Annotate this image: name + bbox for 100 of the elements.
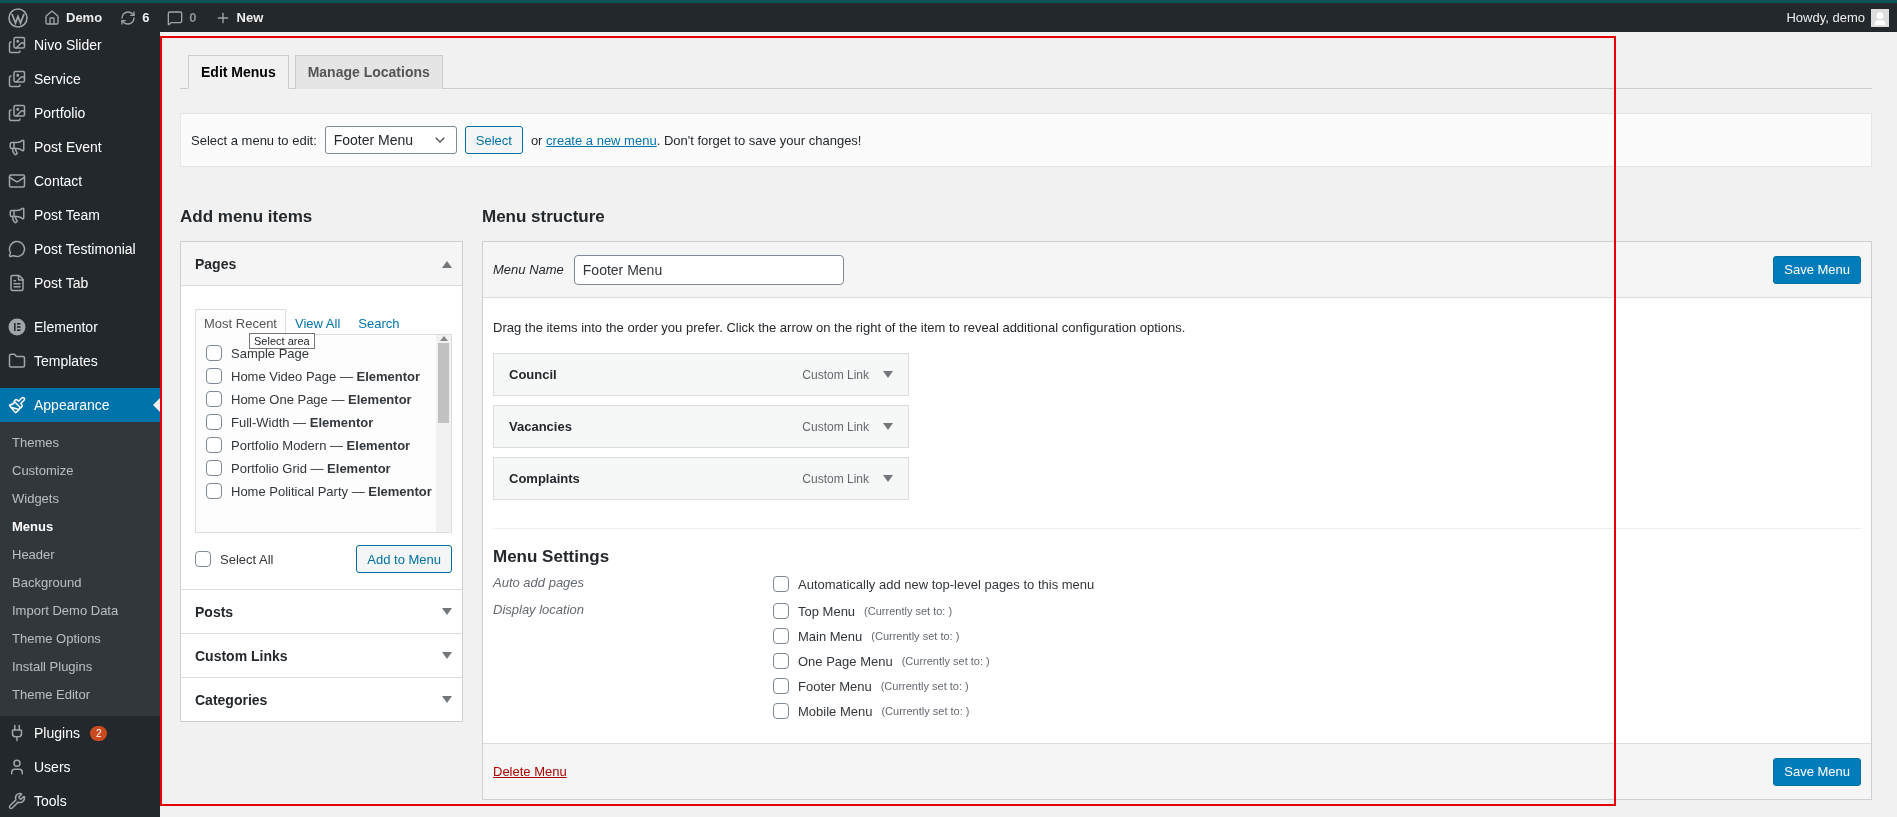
submenu-item[interactable]: Background — [0, 568, 160, 596]
caret-icon[interactable] — [883, 422, 893, 431]
select-all-label: Select All — [220, 550, 274, 569]
sidebar-item[interactable]: Portfolio — [0, 96, 160, 130]
sidebar-item[interactable]: Post Event — [0, 130, 160, 164]
sidebar-item[interactable]: Nivo Slider — [0, 28, 160, 62]
tab[interactable]: Manage Locations — [294, 55, 443, 89]
add-to-menu-button[interactable]: Add to Menu — [356, 545, 452, 573]
page-label: Home Political Party — Elementor — [231, 483, 432, 501]
folder-icon — [8, 352, 26, 370]
scroll-up-icon[interactable] — [439, 335, 448, 341]
user-icon — [8, 758, 26, 776]
menu-dropdown[interactable]: Footer Menu — [324, 126, 457, 154]
option-note: (Currently set to: ) — [881, 704, 970, 719]
submenu-item[interactable]: Import Demo Data — [0, 596, 160, 624]
comment-icon[interactable] — [167, 9, 184, 26]
submenu-item[interactable]: Menus — [0, 512, 160, 540]
speech-bubble-icon — [8, 240, 26, 258]
option-label: Top Menu — [798, 603, 856, 621]
option-label: Mobile Menu — [798, 703, 873, 721]
admin-bar-link[interactable]: 0 — [189, 10, 197, 25]
admin-bar-link[interactable]: 6 — [142, 10, 150, 25]
page-label: Portfolio Modern — Elementor — [231, 437, 411, 455]
sidebar-item[interactable]: Plugins 2 — [0, 716, 160, 750]
scrollbar[interactable] — [436, 335, 451, 532]
logo-icon[interactable] — [8, 7, 28, 28]
images-icon — [8, 70, 26, 88]
admin-bar-link[interactable]: Demo — [66, 10, 103, 25]
setting-label: Display location — [493, 602, 586, 619]
select-button[interactable]: Select — [464, 126, 523, 154]
menu-item-bar[interactable]: Vacancies Custom Link — [493, 405, 909, 448]
save-menu-button[interactable]: Save Menu — [1773, 255, 1861, 284]
field-label: Select a menu to edit: — [191, 132, 317, 148]
sidebar-item[interactable]: Service — [0, 62, 160, 96]
document-icon — [8, 274, 26, 292]
submenu-item[interactable]: Widgets — [0, 484, 160, 512]
submenu-item[interactable]: Customize — [0, 456, 160, 484]
menu-item-bar[interactable]: Complaints Custom Link — [493, 457, 909, 500]
caret-icon[interactable] — [883, 370, 893, 379]
checkbox[interactable] — [773, 603, 789, 619]
caret-icon[interactable] — [442, 259, 452, 268]
submenu-item[interactable]: Install Plugins — [0, 652, 160, 680]
sidebar-item[interactable]: Contact — [0, 164, 160, 198]
sidebar-item[interactable]: Appearance — [0, 388, 160, 422]
checkbox[interactable] — [773, 653, 789, 669]
checkbox[interactable] — [206, 368, 222, 384]
submenu-item[interactable]: Theme Options — [0, 624, 160, 652]
checkbox[interactable] — [206, 345, 222, 361]
page-label: Full-Width — Elementor — [231, 414, 374, 432]
save-menu-button[interactable]: Save Menu — [1773, 757, 1861, 786]
home-icon[interactable] — [44, 9, 60, 26]
checkbox[interactable] — [206, 460, 222, 476]
sidebar-item[interactable]: Templates — [0, 344, 160, 378]
avatar-icon[interactable] — [1871, 8, 1889, 27]
panel-tab[interactable]: Most Recent — [195, 309, 286, 335]
checkbox[interactable] — [206, 483, 222, 499]
checkbox[interactable] — [195, 550, 211, 567]
sidebar-item[interactable]: Users — [0, 750, 160, 784]
caret-icon[interactable] — [883, 474, 893, 483]
admin-bar-link[interactable]: New — [236, 10, 264, 25]
submenu-item[interactable]: Header — [0, 540, 160, 568]
refresh-icon[interactable] — [120, 9, 137, 26]
option-note: (Currently set to: ) — [871, 629, 960, 644]
caret-icon[interactable] — [442, 695, 452, 704]
create-menu-link[interactable]: create a new menu — [546, 132, 657, 148]
checkbox[interactable] — [206, 414, 222, 430]
paintbrush-icon — [8, 396, 26, 414]
sidebar-item[interactable]: Elementor — [0, 310, 160, 344]
sidebar-item[interactable]: Post Testimonial — [0, 232, 160, 266]
images-icon — [8, 104, 26, 122]
count-badge: 2 — [89, 725, 108, 741]
sidebar-item[interactable]: Post Tab — [0, 266, 160, 300]
checkbox[interactable] — [773, 703, 789, 719]
checkbox[interactable] — [206, 391, 222, 407]
sidebar-item[interactable]: Post Team — [0, 198, 160, 232]
panel-tab[interactable]: View All — [286, 309, 350, 335]
submenu-item[interactable]: Theme Editor — [0, 680, 160, 708]
page-label: Home One Page — Elementor — [231, 391, 412, 409]
accordion-header[interactable]: Pages — [181, 242, 462, 285]
caret-icon[interactable] — [442, 607, 452, 616]
menu-name-field[interactable]: Footer Menu — [573, 254, 844, 285]
option-note: (Currently set to: ) — [864, 604, 953, 619]
checkbox[interactable] — [773, 678, 789, 694]
menu-item-bar[interactable]: Council Custom Link — [493, 353, 909, 396]
tab[interactable]: Edit Menus — [188, 55, 289, 89]
menu-item-type: Custom Link — [802, 367, 869, 382]
tooltip: Select area — [249, 333, 315, 349]
checkbox[interactable] — [773, 576, 789, 592]
greeting-text[interactable]: Howdy, demo — [1786, 10, 1865, 25]
sidebar-item[interactable]: Tools — [0, 784, 160, 817]
panel-tab[interactable]: Search — [349, 309, 409, 335]
checkbox[interactable] — [206, 437, 222, 453]
option-label: Automatically add new top-level pages to this menu — [798, 576, 1095, 594]
submenu-item[interactable]: Themes — [0, 428, 160, 456]
section-heading: Add menu items — [180, 207, 314, 227]
caret-icon[interactable] — [442, 651, 452, 660]
checkbox[interactable] — [773, 628, 789, 644]
setting-label: Auto add pages — [493, 575, 586, 592]
delete-menu-link[interactable]: Delete Menu — [493, 764, 567, 779]
megaphone-icon — [8, 138, 26, 156]
